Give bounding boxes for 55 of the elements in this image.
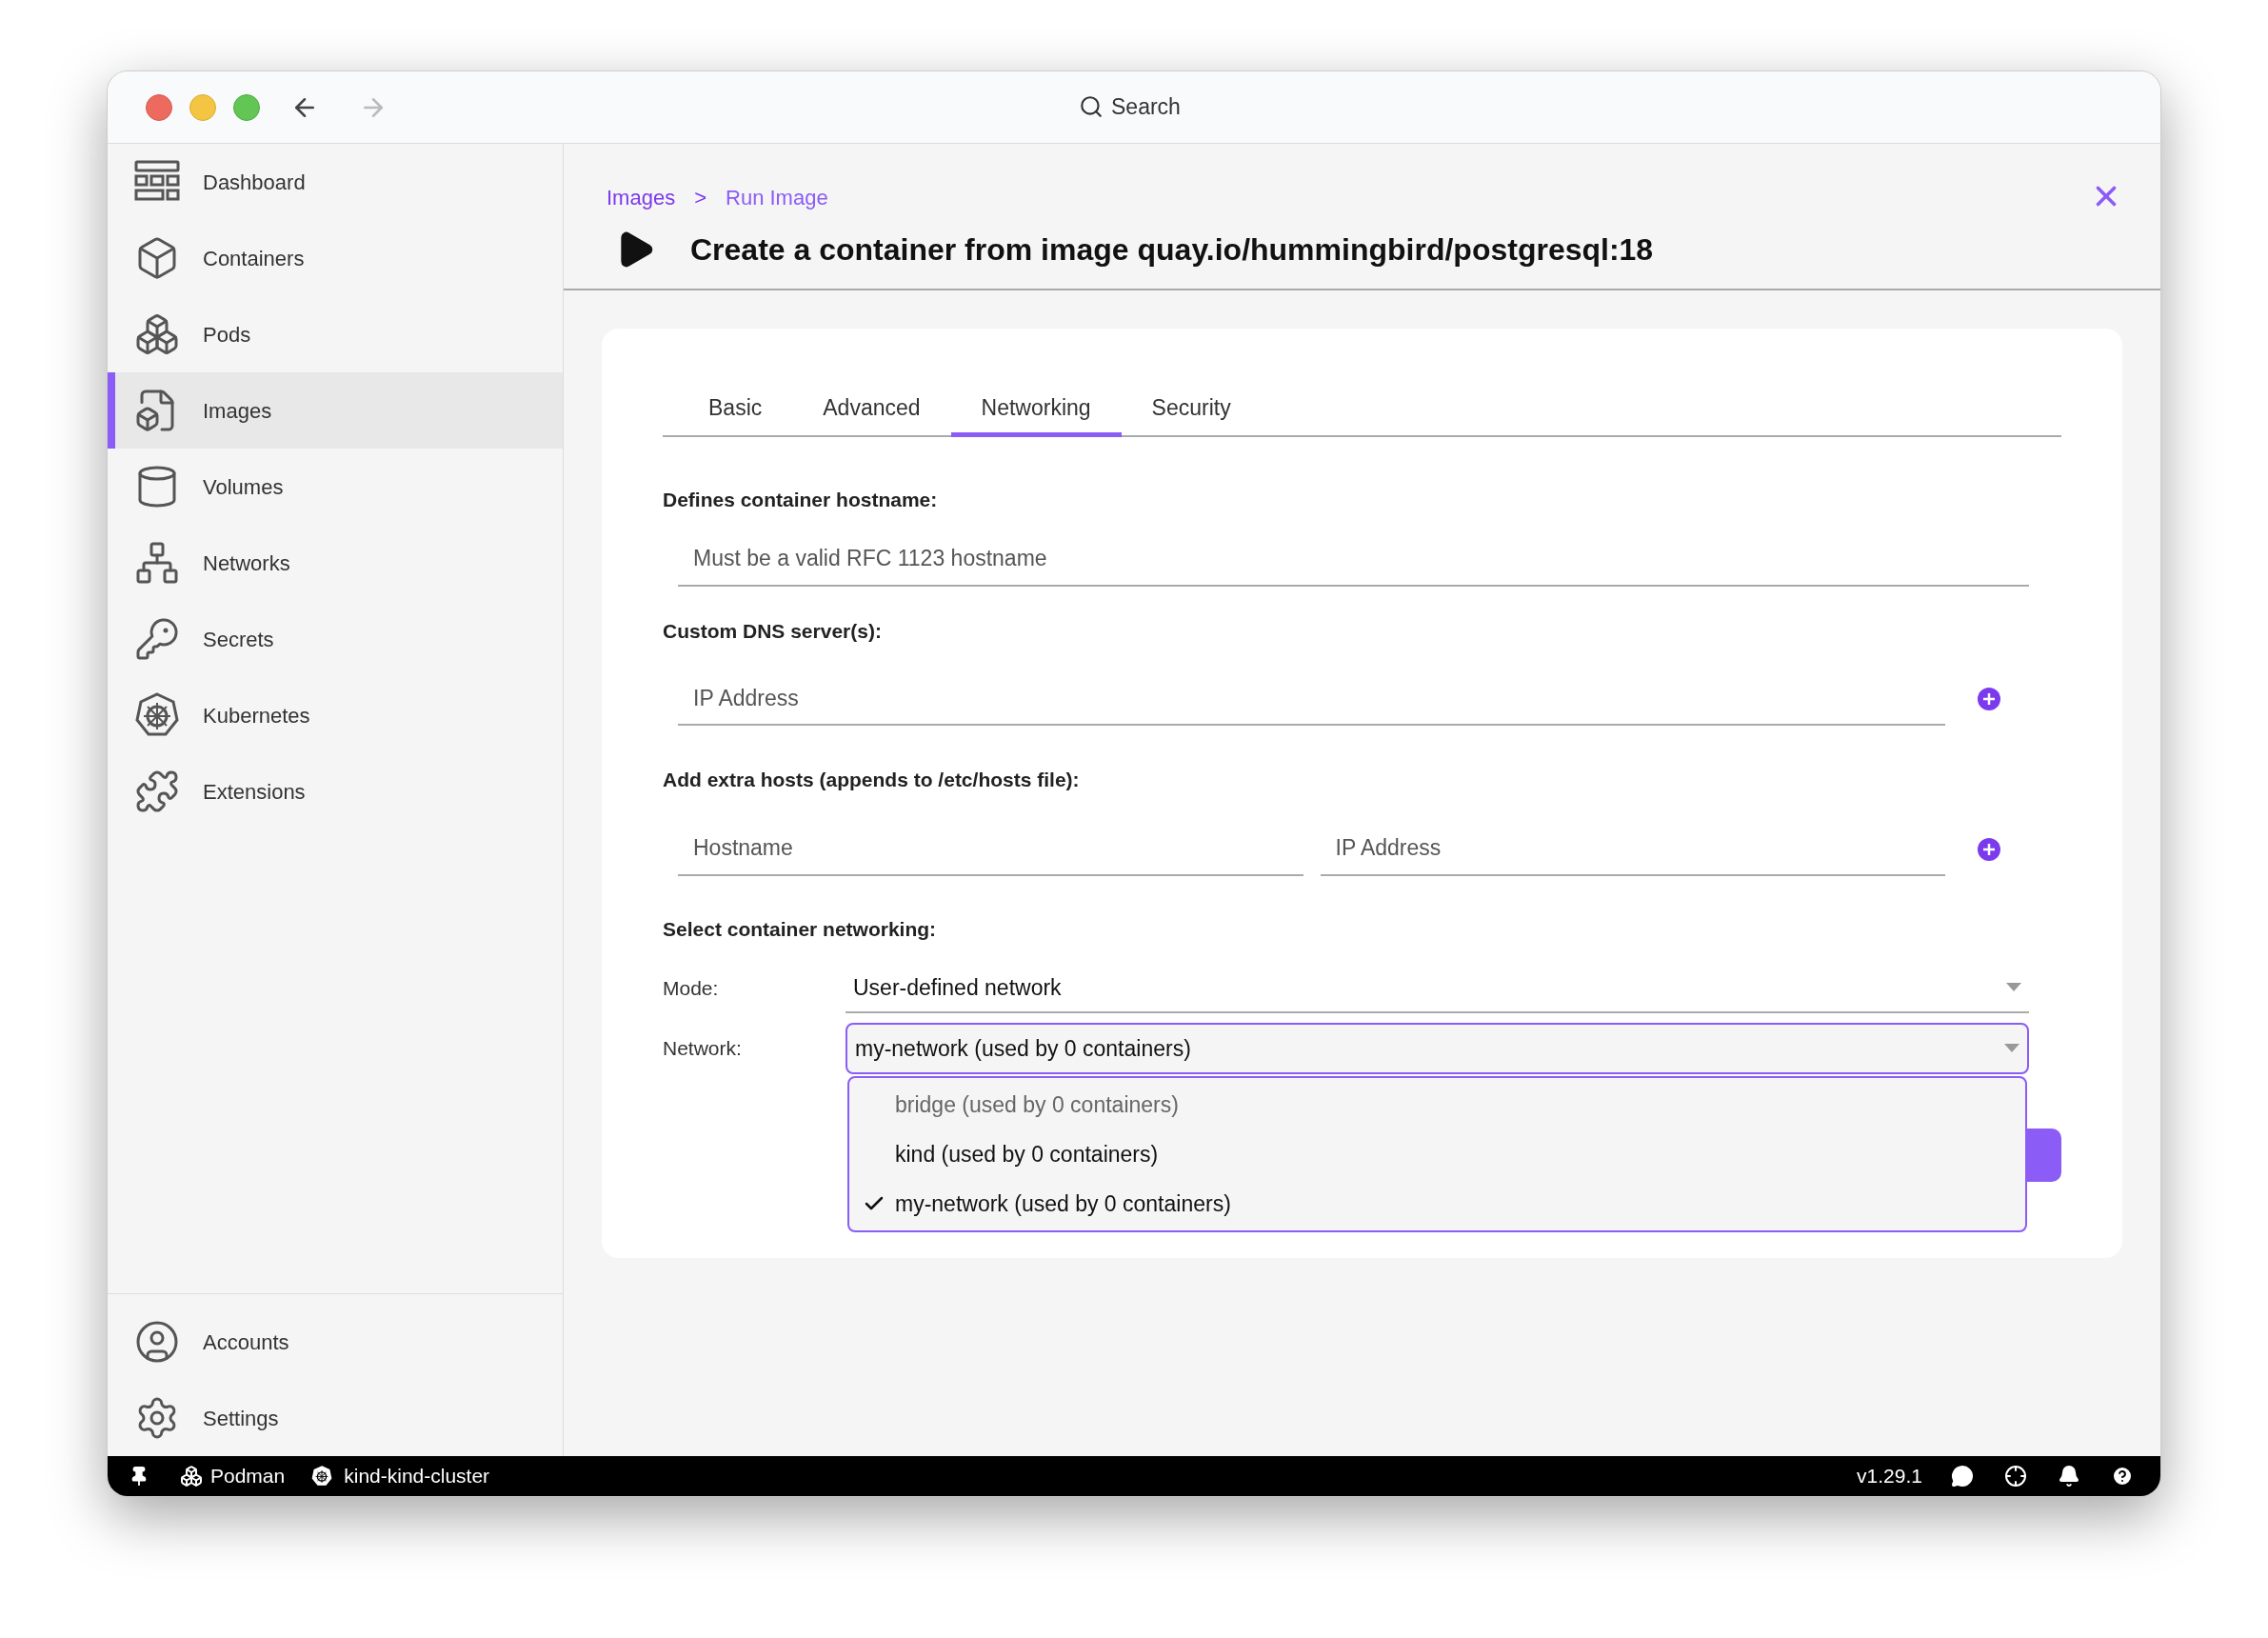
caret-icon [2004,1044,2019,1053]
sidebar-item[interactable]: Images [108,372,563,449]
field-label: Custom DNS server(s): [663,618,883,644]
tab[interactable]: Security [1121,384,1262,437]
help-icon[interactable] [2111,1465,2134,1488]
add-icon[interactable] [1978,688,2000,710]
sidebar-item[interactable]: Accounts [108,1304,563,1380]
tab[interactable]: Basic [678,384,793,437]
input-field[interactable]: Hostname [678,822,1303,876]
mode-select[interactable]: User-defined network [846,964,2029,1013]
helm-wheel-icon [311,1466,333,1487]
field-label: Mode: [663,976,720,1002]
crosshair-icon[interactable] [2004,1465,2027,1488]
sidebar-item[interactable]: Dashboard [108,144,563,220]
sidebar-item[interactable]: Pods [108,296,563,372]
sidebar-item[interactable]: Extensions [108,753,563,829]
cubes-icon [134,311,180,357]
close-window-icon[interactable] [146,93,172,121]
sidebar-item[interactable]: Secrets [108,601,563,677]
input-field[interactable]: IP Address [678,672,1945,726]
helm-wheel-icon [134,692,180,738]
tab[interactable]: Networking [950,384,1122,437]
search-field[interactable]: Search [1079,90,1181,124]
sidebar-item[interactable]: Volumes [108,449,563,525]
key-icon [134,616,180,662]
cluster-status[interactable]: kind-kind-cluster [311,1461,490,1491]
sidebar-item[interactable]: Containers [108,220,563,296]
search-icon [1079,94,1104,120]
input-field[interactable]: IP Address [1320,822,1945,876]
chat-icon[interactable] [1951,1465,1974,1488]
network-icon [134,540,180,586]
bell-icon[interactable] [2058,1465,2080,1488]
caret-icon [2006,983,2021,992]
dropdown-option[interactable]: kind (used by 0 containers) [895,1137,1159,1171]
tab[interactable]: Advanced [792,384,951,437]
sidebar-item[interactable]: Networks [108,525,563,601]
input-field[interactable]: Must be a valid RFC 1123 hostname [678,532,2029,587]
add-icon[interactable] [1978,837,2000,861]
network-select[interactable]: my-network (used by 0 containers) [846,1023,2029,1074]
field-label: Network: [663,1036,743,1062]
sidebar-item[interactable]: Kubernetes [108,677,563,753]
breadcrumb-link[interactable]: Run Image [726,182,828,213]
version-text: v1.29.1 [1857,1464,1922,1489]
breadcrumb-separator: > [694,185,706,211]
field-label: Defines container hostname: [663,488,939,512]
user-icon [134,1319,180,1365]
page-title: Create a container from image quay.io/hummingbird/postgresql:18 [690,231,1654,269]
field-label: Select container networking: [663,916,938,942]
dropdown-option[interactable]: my-network (used by 0 containers) [895,1187,1231,1221]
field-label: Add extra hosts (appends to /etc/hosts file): [663,768,1081,792]
sidebar-item[interactable]: Settings [108,1380,563,1456]
breadcrumb-link[interactable]: Images [607,182,676,213]
maximize-window-icon[interactable] [233,93,260,121]
podman-status[interactable]: Podman [180,1461,286,1491]
puzzle-icon [134,769,180,814]
